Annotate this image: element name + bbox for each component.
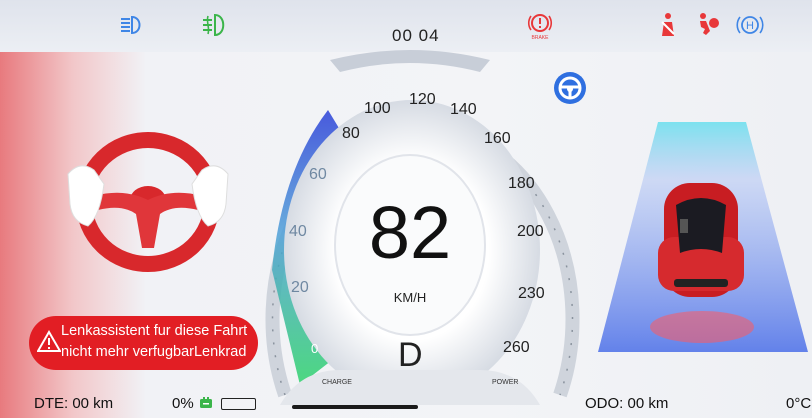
odo-readout: ODO: 00 km bbox=[585, 395, 669, 412]
tick-20: 20 bbox=[291, 279, 309, 296]
speed-readout: 82 bbox=[368, 191, 452, 274]
lane-assist-warning: Lenkassistent fur diese Fahrt nicht mehr… bbox=[29, 316, 258, 370]
tick-120: 120 bbox=[409, 91, 436, 108]
tick-80: 80 bbox=[342, 125, 360, 142]
tick-200: 200 bbox=[517, 223, 544, 240]
warning-text: Lenkassistent fur diese Fahrt nicht mehr… bbox=[61, 323, 248, 360]
warning-triangle-icon bbox=[37, 330, 61, 352]
tick-100: 100 bbox=[364, 100, 391, 117]
home-indicator[interactable] bbox=[292, 405, 418, 409]
tick-60: 60 bbox=[309, 166, 327, 183]
speed-unit: KM/H bbox=[393, 290, 427, 305]
power-label: POWER bbox=[492, 379, 519, 386]
battery-percent: 0% bbox=[172, 395, 194, 412]
battery-bar bbox=[221, 398, 256, 410]
tick-160: 160 bbox=[484, 130, 511, 147]
steering-wheel-hands-icon bbox=[67, 132, 229, 272]
battery-charge-icon bbox=[200, 397, 212, 408]
gear-indicator: D bbox=[398, 336, 423, 374]
temperature-readout: 0°C bbox=[786, 395, 812, 412]
car-icon bbox=[658, 183, 744, 297]
dte-readout: DTE: 00 km bbox=[34, 395, 114, 412]
charge-label: CHARGE bbox=[322, 379, 352, 386]
tick-140: 140 bbox=[450, 101, 477, 118]
tick-260: 260 bbox=[503, 339, 530, 356]
tick-230: 230 bbox=[518, 285, 545, 302]
tick-40: 40 bbox=[289, 223, 307, 240]
steering-wheel-icon bbox=[554, 72, 586, 104]
tick-0: 0 bbox=[311, 341, 319, 356]
tick-180: 180 bbox=[508, 175, 535, 192]
